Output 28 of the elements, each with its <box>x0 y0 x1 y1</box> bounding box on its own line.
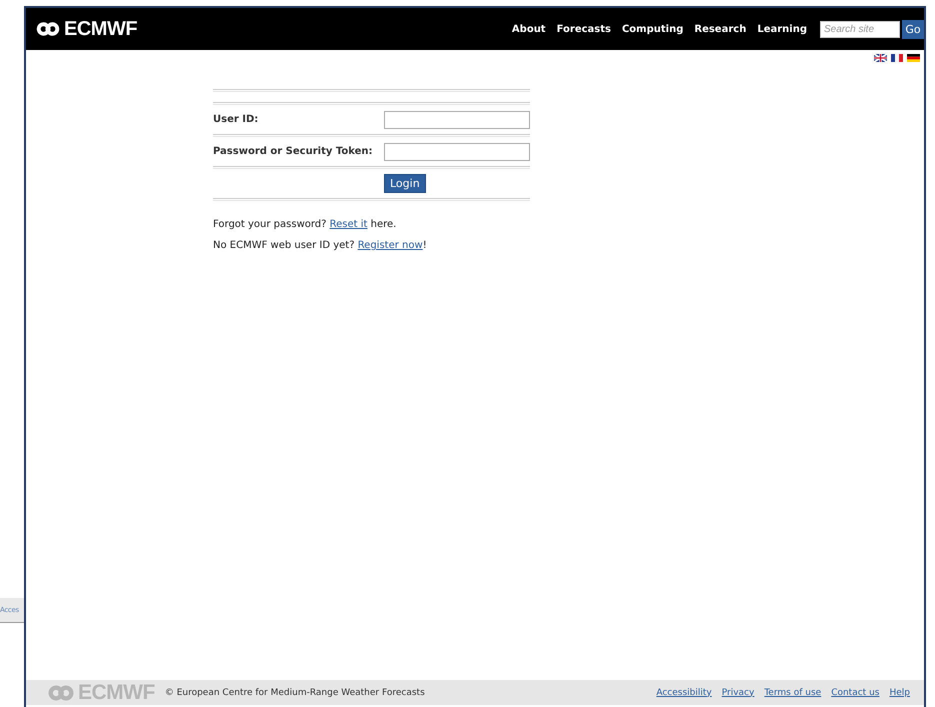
help-text: Forgot your password? Reset it here. <box>213 219 398 230</box>
footer-link[interactable]: Terms of use <box>764 688 822 698</box>
logo-icon <box>46 682 76 702</box>
field-label: Password or Security Token: <box>213 146 372 157</box>
nav-link[interactable]: Learning <box>757 24 807 34</box>
link[interactable]: Reset it <box>330 219 368 230</box>
go-button[interactable]: Go <box>902 20 924 38</box>
nav-link[interactable]: Forecasts <box>556 24 611 34</box>
german-flag-icon[interactable] <box>907 54 920 62</box>
help-text: No ECMWF web user ID yet? Register now! <box>213 240 428 251</box>
field-label: User ID: <box>213 114 258 125</box>
copyright-text: © European Centre for Medium-Range Weather Forecasts <box>164 688 425 698</box>
footer-link[interactable]: Privacy <box>722 688 754 698</box>
nav-link[interactable]: Computing <box>622 24 684 34</box>
nav-link[interactable]: About <box>512 24 546 34</box>
french-flag-icon[interactable] <box>891 54 903 62</box>
input-field[interactable] <box>384 142 530 160</box>
footer-link[interactable]: Contact us <box>831 688 880 698</box>
logo-text: ECMWF <box>64 18 138 40</box>
nav-link[interactable]: Research <box>694 24 746 34</box>
input-field[interactable] <box>384 110 530 128</box>
footer-link[interactable]: Help <box>889 688 910 698</box>
login-button[interactable]: Login <box>384 174 426 193</box>
footer-link[interactable]: Accessibility <box>656 688 712 698</box>
logo-icon <box>34 20 62 38</box>
uk-flag-icon[interactable] <box>874 54 887 62</box>
search-field[interactable]: Search site <box>820 20 900 38</box>
link[interactable]: Register now <box>358 240 423 251</box>
